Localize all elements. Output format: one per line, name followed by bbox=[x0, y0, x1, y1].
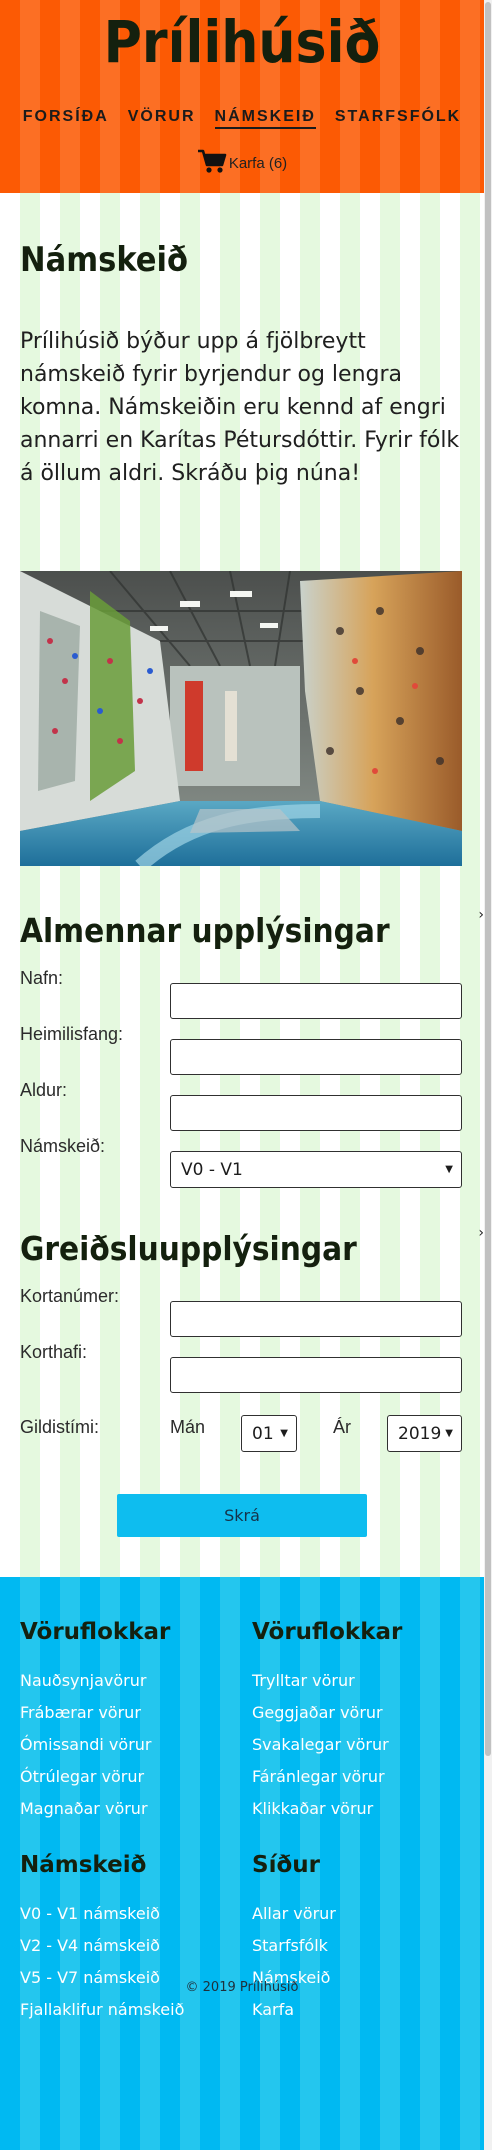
select-arrow-icon: ▼ bbox=[445, 1164, 453, 1175]
course-select[interactable]: V0 - V1 ▼ bbox=[170, 1151, 462, 1188]
main-content: Námskeið Prílihúsið býður upp á fjölbrey… bbox=[0, 193, 484, 1577]
cart-link[interactable]: Karfa (6) bbox=[0, 148, 484, 178]
footer-link[interactable]: Karfa bbox=[252, 1994, 336, 2026]
footer-link[interactable]: Ótrúlegar vörur bbox=[20, 1761, 170, 1793]
footer-link[interactable]: Allar vörur bbox=[252, 1898, 336, 1930]
site-header: Prílihúsið FORSÍÐA VÖRUR NÁMSKEIÐ STARFS… bbox=[0, 0, 484, 193]
footer-link[interactable]: Fjallaklifur námskeið bbox=[20, 1994, 184, 2026]
nav-link-staff[interactable]: STARFSFÓLK bbox=[335, 108, 461, 129]
page-scrollbar[interactable] bbox=[484, 0, 492, 2150]
footer-link[interactable]: Nauðsynjavörur bbox=[20, 1665, 170, 1697]
site-footer: Vöruflokkar Nauðsynjavörur Frábærar vöru… bbox=[0, 1577, 484, 2150]
footer-heading: Vöruflokkar bbox=[20, 1619, 171, 1645]
footer-link[interactable]: Geggjaðar vörur bbox=[252, 1697, 402, 1729]
photo-climbing-gym bbox=[20, 571, 462, 866]
page: Prílihúsið FORSÍÐA VÖRUR NÁMSKEIÐ STARFS… bbox=[0, 0, 492, 2150]
card-holder-input[interactable] bbox=[170, 1357, 462, 1393]
footer-heading: Vöruflokkar bbox=[252, 1619, 403, 1645]
name-input[interactable] bbox=[170, 983, 462, 1019]
month-select[interactable]: 01 ▼ bbox=[241, 1415, 297, 1452]
name-label: Nafn: bbox=[20, 968, 64, 988]
nav-link-courses[interactable]: NÁMSKEIÐ bbox=[214, 108, 316, 129]
address-label: Heimilisfang: bbox=[20, 1024, 124, 1044]
select-arrow-icon: ▼ bbox=[445, 1428, 453, 1439]
footer-link[interactable]: Klikkaðar vörur bbox=[252, 1793, 402, 1825]
footer-link[interactable]: Frábærar vörur bbox=[20, 1697, 170, 1729]
scrollbar-thumb[interactable] bbox=[485, 2, 491, 1756]
cart-icon bbox=[197, 148, 227, 178]
expiry-label: Gildistími: bbox=[20, 1417, 100, 1437]
nav-link-home[interactable]: FORSÍÐA bbox=[23, 108, 109, 129]
footer-link[interactable]: Svakalegar vörur bbox=[252, 1729, 402, 1761]
footer-col-products-1: Vöruflokkar Nauðsynjavörur Frábærar vöru… bbox=[20, 1619, 170, 1825]
card-number-input[interactable] bbox=[170, 1301, 462, 1337]
payment-info-heading: Greiðsluupplýsingar bbox=[20, 1229, 357, 1268]
footer-link[interactable]: Starfsfólk bbox=[252, 1930, 336, 1962]
footer-link[interactable]: V2 - V4 námskeið bbox=[20, 1930, 184, 1962]
intro-text: Prílihúsið býður upp á fjölbreytt námske… bbox=[20, 329, 460, 486]
course-label: Námskeið: bbox=[20, 1136, 106, 1156]
footer-col-courses: Námskeið V0 - V1 námskeið V2 - V4 námske… bbox=[20, 1852, 184, 2026]
age-input[interactable] bbox=[170, 1095, 462, 1131]
copyright-text: © 2019 Prílihúsið bbox=[185, 1980, 299, 1995]
page-title: Námskeið bbox=[20, 240, 188, 280]
footer-link[interactable]: Magnaðar vörur bbox=[20, 1793, 170, 1825]
year-label: Ár bbox=[333, 1417, 351, 1437]
footer-col-products-2: Vöruflokkar Trylltar vörur Geggjaðar vör… bbox=[252, 1619, 402, 1825]
year-select[interactable]: 2019 ▼ bbox=[387, 1415, 462, 1452]
select-arrow-icon: ▼ bbox=[280, 1428, 288, 1439]
submit-button[interactable]: Skrá bbox=[117, 1494, 367, 1537]
brand-logo[interactable]: Prílihúsið bbox=[0, 8, 484, 76]
footer-link[interactable]: Trylltar vörur bbox=[252, 1665, 402, 1697]
main-nav: FORSÍÐA VÖRUR NÁMSKEIÐ STARFSFÓLK bbox=[0, 108, 484, 129]
footer-col-pages: Síður Allar vörur Starfsfólk Námskeið Ka… bbox=[252, 1852, 336, 2026]
age-label: Aldur: bbox=[20, 1080, 68, 1100]
general-info-heading: Almennar upplýsingar bbox=[20, 911, 390, 950]
footer-link[interactable]: V0 - V1 námskeið bbox=[20, 1898, 184, 1930]
month-select-value: 01 bbox=[252, 1423, 274, 1444]
address-input[interactable] bbox=[170, 1039, 462, 1075]
card-number-label: Kortanúmer: bbox=[20, 1286, 120, 1306]
year-select-value: 2019 bbox=[398, 1423, 442, 1444]
cart-label: Karfa (6) bbox=[228, 154, 288, 172]
footer-heading: Námskeið bbox=[20, 1852, 147, 1878]
footer-heading: Síður bbox=[252, 1852, 320, 1878]
nav-link-products[interactable]: VÖRUR bbox=[128, 108, 196, 129]
course-select-value: V0 - V1 bbox=[181, 1159, 243, 1180]
card-holder-label: Korthafi: bbox=[20, 1342, 88, 1362]
footer-link[interactable]: Ómissandi vörur bbox=[20, 1729, 170, 1761]
footer-link[interactable]: Fáránlegar vörur bbox=[252, 1761, 402, 1793]
month-label: Mán bbox=[170, 1417, 206, 1437]
